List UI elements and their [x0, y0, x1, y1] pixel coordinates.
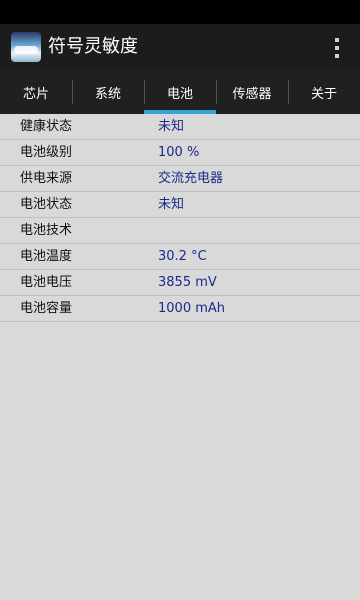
row-label: 电池容量 [20, 301, 73, 316]
row-label: 电池电压 [20, 275, 73, 290]
row-value: 100 % [158, 145, 200, 160]
tab-label: 芯片 [22, 86, 49, 102]
battery-info-list: 健康状态 未知 电池级别 100 % 供电来源 交流充电器 电池状态 未知 电池… [0, 114, 360, 322]
status-bar [0, 0, 360, 24]
row-value: 未知 [158, 197, 185, 212]
list-item: 电池状态 未知 [0, 192, 360, 218]
tab-system[interactable]: 系统 [72, 70, 144, 114]
row-value: 交流充电器 [158, 171, 224, 186]
tab-chip[interactable]: 芯片 [0, 70, 72, 114]
row-value: 3855 mV [158, 275, 217, 290]
list-item: 供电来源 交流充电器 [0, 166, 360, 192]
tab-battery[interactable]: 电池 [144, 70, 216, 114]
row-label: 电池技术 [20, 223, 73, 238]
tab-bar: 芯片 系统 电池 传感器 关于 [0, 70, 360, 114]
row-label: 健康状态 [20, 119, 73, 134]
list-item: 电池电压 3855 mV [0, 270, 360, 296]
list-item: 电池容量 1000 mAh [0, 296, 360, 322]
list-item: 电池技术 [0, 218, 360, 244]
tab-sensors[interactable]: 传感器 [216, 70, 288, 114]
row-label: 电池级别 [20, 145, 73, 160]
row-label: 电池状态 [20, 197, 73, 212]
tab-label: 电池 [166, 86, 193, 102]
list-item: 健康状态 未知 [0, 114, 360, 140]
action-bar: 符号灵敏度 [0, 24, 360, 70]
row-value: 未知 [158, 119, 185, 134]
row-label: 电池温度 [20, 249, 73, 264]
row-value: 30.2 °C [158, 249, 207, 264]
tab-label: 系统 [94, 86, 121, 102]
app-title: 符号灵敏度 [48, 36, 138, 57]
tab-about[interactable]: 关于 [288, 70, 360, 114]
tab-label: 关于 [310, 86, 337, 102]
row-label: 供电来源 [20, 171, 73, 186]
list-item: 电池级别 100 % [0, 140, 360, 166]
row-value: 1000 mAh [158, 301, 226, 316]
app-landscape-icon [11, 32, 41, 62]
list-item: 电池温度 30.2 °C [0, 244, 360, 270]
tab-label: 传感器 [232, 86, 272, 102]
overflow-menu-icon[interactable] [334, 38, 340, 58]
